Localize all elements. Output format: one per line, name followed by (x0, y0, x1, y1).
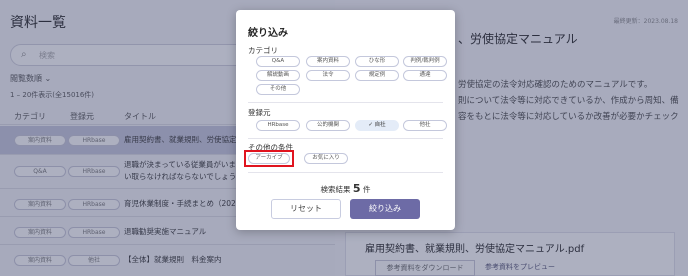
result-prefix: 検索結果 (320, 185, 351, 194)
chip-category-template[interactable]: ひな形 (355, 56, 399, 67)
chip-category-other[interactable]: その他 (256, 84, 300, 95)
filter-modal: 絞り込み カテゴリ Q&A 案内資料 ひな形 判例/裁判例 解説動画 法令 規定… (236, 10, 455, 230)
section-divider (248, 102, 443, 103)
chip-source-other-company[interactable]: 他社 (403, 120, 447, 131)
apply-filter-button[interactable]: 絞り込み (350, 199, 420, 219)
chip-category-law[interactable]: 法令 (306, 70, 350, 81)
section-divider (248, 172, 443, 173)
chip-category-qa[interactable]: Q&A (256, 56, 300, 67)
chip-favorites[interactable]: お気に入り (304, 153, 348, 164)
chip-category-rule-example[interactable]: 規定例 (355, 70, 399, 81)
category-heading: カテゴリ (248, 46, 278, 55)
modal-title: 絞り込み (248, 28, 288, 39)
chip-category-case-law[interactable]: 判例/裁判例 (403, 56, 447, 67)
result-suffix: 件 (362, 185, 371, 194)
chip-category-notice[interactable]: 通達 (403, 70, 447, 81)
source-heading: 登録元 (248, 108, 271, 117)
section-divider (248, 138, 443, 139)
reset-button[interactable]: リセット (271, 199, 341, 219)
chip-category-video[interactable]: 解説動画 (256, 70, 300, 81)
search-result-summary: 検索結果 5 件 (236, 182, 455, 195)
highlight-box (244, 150, 294, 167)
chip-source-own-company[interactable]: ✓ 自社 (355, 120, 399, 131)
chip-source-public[interactable]: 公的機関 (306, 120, 350, 131)
chip-source-hrbase[interactable]: HRbase (256, 120, 300, 131)
result-count: 5 (352, 182, 361, 195)
chip-category-guide[interactable]: 案内資料 (306, 56, 350, 67)
